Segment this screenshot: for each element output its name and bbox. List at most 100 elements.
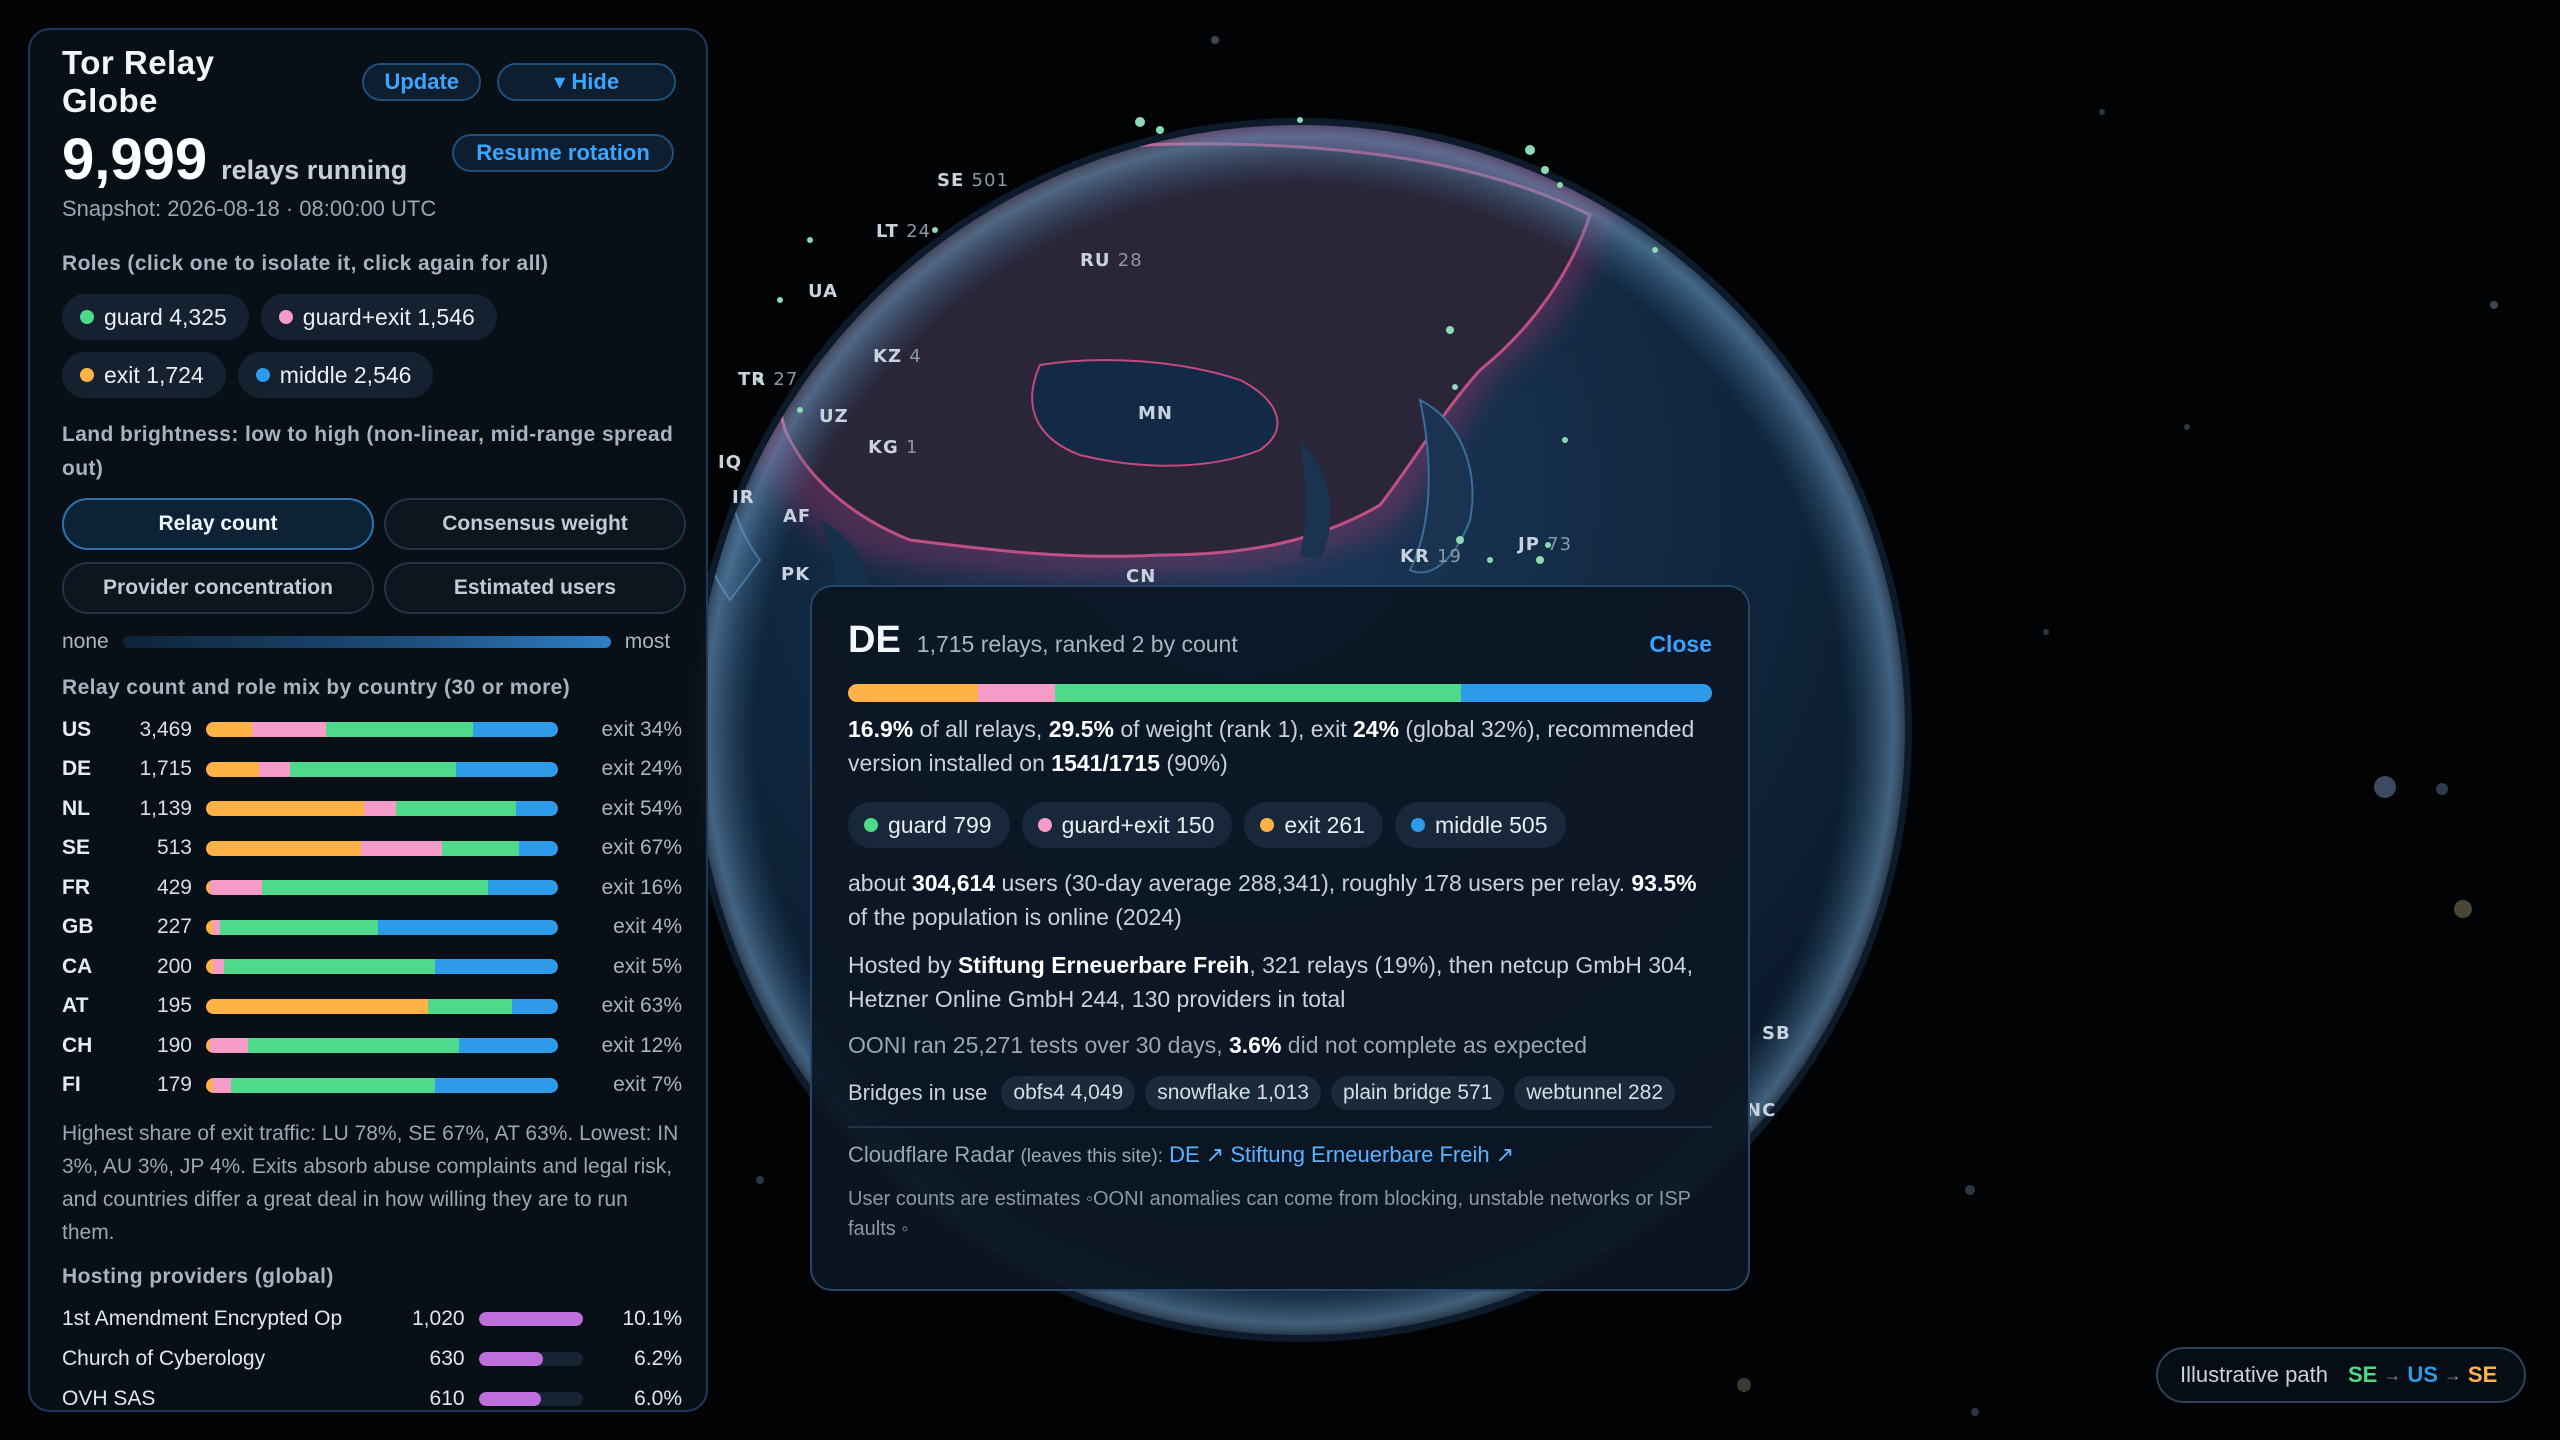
globe-label-cn[interactable]: CN [1126, 566, 1156, 587]
app-title: Tor Relay Globe [62, 44, 215, 119]
brightness-mode-button[interactable]: Relay count [62, 498, 374, 550]
table-row[interactable]: NL 1,139 exit 54% [62, 789, 682, 829]
globe-label-uz[interactable]: UZ [819, 406, 849, 427]
brightness-heading: Land brightness: low to high (non-linear… [62, 423, 674, 480]
card-mix-segment [1055, 684, 1462, 702]
relay-count-label: relays running [221, 155, 408, 185]
table-row[interactable]: Church of Cyberology 630 6.2% [62, 1339, 682, 1379]
table-row[interactable]: CH 190 exit 12% [62, 1026, 682, 1066]
globe-label-nc[interactable]: NC [1746, 1100, 1776, 1121]
country-code: NL [62, 796, 90, 820]
globe-label-se[interactable]: SE 501 [937, 170, 1009, 191]
table-row[interactable]: OVH SAS 610 6.0% [62, 1379, 682, 1410]
country-table: US 3,469 exit 34% DE 1,715 exit 24% NL 1,139 exi… [62, 710, 682, 1105]
role-dot-icon [1037, 818, 1052, 832]
brightness-mode-button[interactable]: Consensus weight [384, 498, 686, 550]
relay-count-cell: 429 [156, 875, 192, 899]
role-mix-segment [396, 801, 516, 817]
hide-panel-button[interactable]: ▾ Hide [497, 63, 676, 101]
provider-share-fill [478, 1392, 541, 1406]
relay-count-cell: 190 [156, 1033, 192, 1057]
role-mix-segment [206, 840, 361, 856]
globe-label-lt[interactable]: LT 24 [876, 221, 931, 242]
brightness-mode-button[interactable]: Estimated users [384, 562, 686, 614]
card-bridges-row: Bridges in use obfs4 4,049 snowflake 1,01… [848, 1076, 1712, 1110]
role-chip[interactable]: exit 1,724 [62, 352, 226, 398]
role-mix-segment [230, 1077, 435, 1093]
radar-provider-link[interactable]: Stiftung Erneuerbare Freih ↗ [1230, 1142, 1514, 1167]
provider-share-fill [478, 1352, 544, 1366]
role-mix-segment [427, 998, 513, 1014]
role-mix-segment [290, 761, 456, 777]
brightness-mode-button[interactable]: Provider concentration [62, 562, 374, 614]
table-row[interactable]: US 3,469 exit 34% [62, 710, 682, 750]
card-role-chip-label: exit 261 [1284, 811, 1365, 838]
table-row[interactable]: CA 200 exit 5% [62, 947, 682, 987]
relay-count-cell: 179 [156, 1073, 192, 1097]
role-dot-icon [278, 310, 293, 324]
panel-header: Tor Relay Globe Update ▾ Hide [62, 44, 676, 119]
role-mix-bar [206, 1077, 558, 1093]
role-mix-bar [206, 761, 558, 777]
role-chip[interactable]: guard+exit 1,546 [260, 294, 497, 340]
role-mix-cell [206, 1026, 572, 1066]
path-arrow-2: → [2443, 1364, 2462, 1385]
globe-label-ir[interactable]: IR [732, 487, 755, 508]
card-role-chip[interactable]: middle 505 [1394, 802, 1566, 848]
provider-count: 1,020 [412, 1307, 465, 1330]
globe-label-iq[interactable]: IQ [718, 452, 742, 473]
table-row[interactable]: 1st Amendment Encrypted Op 1,020 10.1% [62, 1299, 682, 1339]
card-hosting-line: Hosted by Stiftung Erneuerbare Freih, 32… [848, 952, 1693, 1012]
illustrative-path-badge[interactable]: Illustrative path SE → US → SE [2156, 1347, 2526, 1403]
relay-count-cell: 200 [156, 954, 192, 978]
role-mix-bar [206, 722, 558, 738]
radar-sublabel: (leaves this site): [1020, 1146, 1163, 1167]
role-chip[interactable]: guard 4,325 [62, 294, 249, 340]
provider-bar-cell [478, 1379, 607, 1410]
card-radar-links: Cloudflare Radar (leaves this site): DE … [848, 1142, 1712, 1168]
scale-max-label: most [624, 630, 671, 653]
role-mix-segment [512, 998, 558, 1014]
globe-label-tr[interactable]: TR 27 [738, 369, 798, 390]
table-row[interactable]: AT 195 exit 63% [62, 987, 682, 1027]
card-role-chip[interactable]: guard 799 [848, 802, 1010, 848]
globe-label-jp[interactable]: JP 73 [1516, 534, 1572, 555]
table-row[interactable]: FI 179 exit 7% [62, 1066, 682, 1106]
country-code: DE [62, 757, 92, 781]
card-country-code: DE [848, 619, 901, 661]
update-button[interactable]: Update [362, 63, 482, 101]
resume-rotation-button[interactable]: Resume rotation [452, 134, 674, 172]
role-chip[interactable]: middle 2,546 [237, 352, 434, 398]
table-row[interactable]: GB 227 exit 4% [62, 908, 682, 948]
card-role-chip[interactable]: exit 261 [1244, 802, 1383, 848]
role-mix-cell [206, 829, 572, 869]
globe-label-kr[interactable]: KR 19 [1400, 546, 1462, 567]
table-row[interactable]: SE 513 exit 67% [62, 829, 682, 869]
provider-count: 610 [429, 1387, 465, 1410]
role-mix-cell [206, 987, 572, 1027]
roles-heading: Roles (click one to isolate it, click ag… [62, 252, 549, 275]
country-code: GB [62, 915, 94, 939]
role-mix-segment [519, 840, 558, 856]
table-row[interactable]: FR 429 exit 16% [62, 868, 682, 908]
role-mix-segment [262, 880, 488, 896]
card-role-chip[interactable]: guard+exit 150 [1021, 802, 1233, 848]
radar-country-link[interactable]: DE ↗ [1169, 1142, 1224, 1167]
globe-label-mn[interactable]: MN [1138, 403, 1173, 424]
role-mix-bar [206, 880, 558, 896]
globe-label-kg[interactable]: KG 1 [868, 437, 918, 458]
globe-label-sb[interactable]: SB [1762, 1023, 1791, 1044]
globe-label-kz[interactable]: KZ 4 [873, 346, 922, 367]
card-share-line: 16.9% of all relays, 29.5% of weight (ra… [848, 716, 1695, 776]
card-header: DE 1,715 relays, ranked 2 by count Close [848, 619, 1712, 662]
globe-label-pk[interactable]: PK [781, 564, 810, 585]
role-mix-cell [206, 947, 572, 987]
globe-label-af[interactable]: AF [783, 506, 811, 527]
globe-label-ru[interactable]: RU 28 [1080, 250, 1143, 271]
bridges-label: Bridges in use [848, 1080, 988, 1105]
role-chip-label: guard+exit 1,546 [302, 303, 475, 330]
globe-label-ua[interactable]: UA [808, 281, 838, 302]
close-button[interactable]: Close [1649, 631, 1712, 658]
role-mix-segment [206, 801, 365, 817]
table-row[interactable]: DE 1,715 exit 24% [62, 750, 682, 790]
